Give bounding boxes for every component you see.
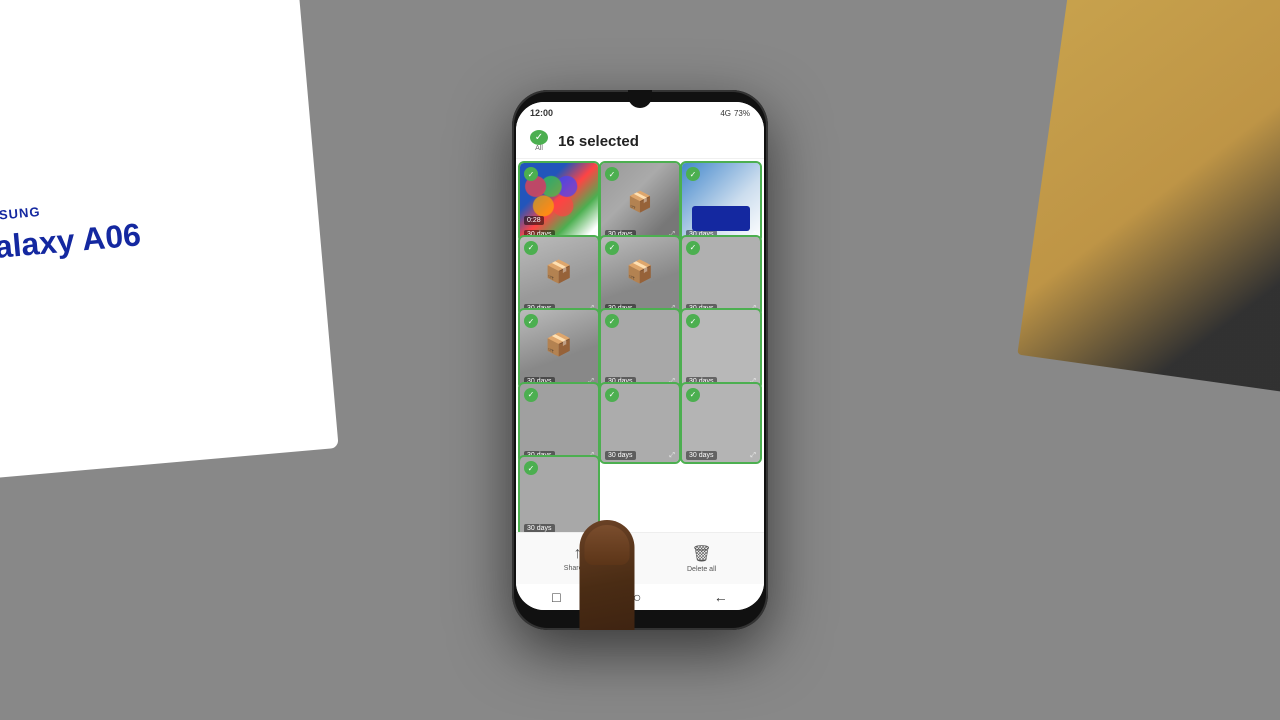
phone-screen: 12:00 4G 73% ✓ All 16 selected ✓ xyxy=(516,102,764,610)
phone-body: 12:00 4G 73% ✓ All 16 selected ✓ xyxy=(512,90,768,630)
photo-item-5[interactable]: ✓ 30 days ⤢ xyxy=(601,237,679,315)
select-all-label: All xyxy=(535,145,543,152)
photo-check-8: ✓ xyxy=(605,314,619,328)
samsung-logo: SAMSUNG xyxy=(0,204,41,225)
video-duration-1: 0:28 xyxy=(524,216,544,225)
samsung-box: SAMSUNG Galaxy A06 xyxy=(0,0,339,481)
photo-item-3[interactable]: ✓ 30 days ⤢ xyxy=(682,163,760,241)
photo-check-4: ✓ xyxy=(524,241,538,255)
photo-item-8[interactable]: ✓ 30 days ⤢ xyxy=(601,310,679,388)
delete-label: Delete all xyxy=(687,566,716,573)
app-header: ✓ All 16 selected xyxy=(516,124,764,159)
photo-item-10[interactable]: ✓ 30 days ⤢ xyxy=(520,384,598,462)
recents-button[interactable]: ← xyxy=(714,589,728,605)
photo-item-13[interactable]: ✓ 30 days ⤢ xyxy=(520,457,598,532)
bottom-action-bar: ↑ Share all 🗑 Delete all xyxy=(516,532,764,584)
status-time: 12:00 xyxy=(530,108,553,118)
photo-check-12: ✓ xyxy=(686,388,700,402)
finger-overlay xyxy=(580,520,635,630)
nav-bar: □ ○ ← xyxy=(516,584,764,610)
photo-check-3: ✓ xyxy=(686,167,700,181)
status-icons: 4G 73% xyxy=(720,109,750,118)
expand-icon-11: ⤢ xyxy=(669,452,675,460)
photo-label-12: 30 days xyxy=(686,451,717,460)
photo-item-12[interactable]: ✓ 30 days ⤢ xyxy=(682,384,760,462)
photo-check-13: ✓ xyxy=(524,461,538,475)
photo-check-11: ✓ xyxy=(605,388,619,402)
battery-icon: 73% xyxy=(734,109,750,118)
photo-check-9: ✓ xyxy=(686,314,700,328)
photo-item-4[interactable]: ✓ 30 days ⤢ xyxy=(520,237,598,315)
photo-item-1[interactable]: ✓ 0:28 30 days ⤢ xyxy=(520,163,598,241)
select-all-button[interactable]: ✓ All xyxy=(528,130,550,152)
trash-icon: 🗑 xyxy=(691,544,711,564)
photo-check-1: ✓ xyxy=(524,167,538,181)
expand-icon-12: ⤢ xyxy=(750,452,756,460)
phone-device: 12:00 4G 73% ✓ All 16 selected ✓ xyxy=(512,90,768,630)
photo-item-9[interactable]: ✓ 30 days ⤢ xyxy=(682,310,760,388)
photo-check-6: ✓ xyxy=(686,241,700,255)
back-button[interactable]: □ xyxy=(552,589,560,605)
signal-icon: 4G xyxy=(720,109,731,118)
phone-model: Galaxy A06 xyxy=(0,216,142,268)
selection-count: 16 selected xyxy=(558,133,752,150)
check-all-icon: ✓ xyxy=(530,130,548,145)
photo-item-2[interactable]: ✓ 30 days ⤢ xyxy=(601,163,679,241)
photo-check-10: ✓ xyxy=(524,388,538,402)
photo-check-5: ✓ xyxy=(605,241,619,255)
photo-label-13: 30 days xyxy=(524,524,555,532)
photo-grid: ✓ 0:28 30 days ⤢ ✓ 30 days ⤢ ✓ 30 days ⤢ xyxy=(516,159,764,532)
photo-check-2: ✓ xyxy=(605,167,619,181)
photo-label-11: 30 days xyxy=(605,451,636,460)
photo-item-11[interactable]: ✓ 30 days ⤢ xyxy=(601,384,679,462)
photo-item-7[interactable]: ✓ 30 days ⤢ xyxy=(520,310,598,388)
photo-check-7: ✓ xyxy=(524,314,538,328)
delete-all-button[interactable]: 🗑 Delete all xyxy=(687,544,716,573)
photo-item-6[interactable]: ✓ 30 days ⤢ xyxy=(682,237,760,315)
